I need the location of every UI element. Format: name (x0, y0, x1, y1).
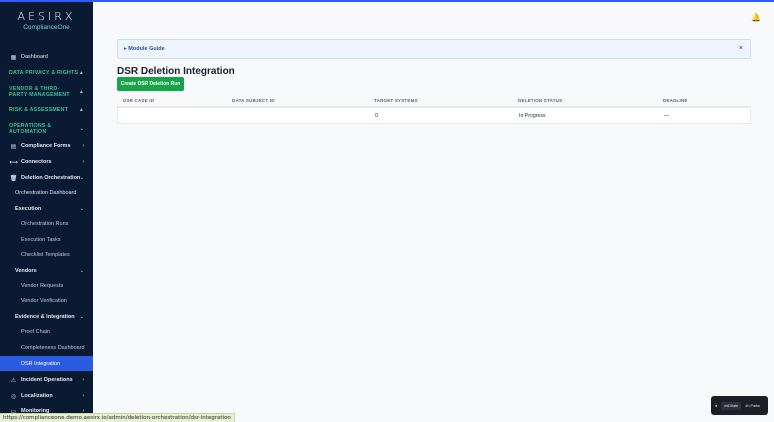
chevron-up-icon: ▲ (78, 88, 84, 95)
link-icon: ⟷ (9, 159, 18, 166)
table-row[interactable]: 0 In Progress — (117, 107, 751, 124)
sidebar-item-compliance-forms[interactable]: ▤ Compliance Forms › (0, 142, 93, 150)
chevron-right-icon: › (82, 377, 84, 383)
brand-name: AESIRX (17, 10, 76, 23)
chevron-down-icon: ⌄ (79, 268, 84, 274)
column-header-case-id[interactable]: DSR CASE ID (123, 98, 154, 103)
sidebar-item-completeness-dashboard[interactable]: Completeness Dashboard (0, 344, 93, 352)
grid-icon: ▦ (10, 54, 17, 61)
page-title: DSR Deletion Integration (117, 66, 235, 77)
widget-label-2[interactable]: 4h Padw (745, 404, 760, 408)
sidebar: AESIRX ComplianceOne ▦ Dashboard DATA PR… (0, 0, 93, 422)
sidebar-item-connectors[interactable]: ⟷ Connectors › (0, 158, 93, 166)
globe-icon: ◎ (10, 393, 17, 400)
sidebar-item-deletion-orchestration[interactable]: 🗑 Deletion Orchestration ⌄ (0, 174, 93, 182)
dsr-table: DSR CASE ID DATA SUBJECT ID TARGET SYSTE… (117, 94, 751, 124)
sidebar-item-proof-chain[interactable]: Proof Chain (0, 328, 93, 336)
chevron-up-icon: ▲ (78, 107, 84, 113)
cell-target-systems: 0 (375, 113, 378, 119)
chevron-right-icon: › (82, 143, 84, 149)
sidebar-section-risk[interactable]: RISK & ASSESSMENT ▲ (0, 106, 93, 114)
trash-icon: 🗑 (9, 175, 18, 182)
table-header: DSR CASE ID DATA SUBJECT ID TARGET SYSTE… (117, 94, 751, 107)
clipboard-icon: ▤ (10, 143, 17, 150)
chevron-down-icon: ⌄ (79, 314, 84, 320)
chevron-right-icon: › (82, 159, 84, 165)
module-guide-label: Module Guide (128, 46, 165, 52)
link-status-bar: https://complianceone.demo.aesirx.io/adm… (0, 413, 235, 422)
sidebar-item-dsr-integration[interactable]: DSR Integration (0, 356, 93, 371)
sidebar-item-dashboard[interactable]: ▦ Dashboard (0, 53, 93, 61)
top-accent-bar (0, 0, 774, 2)
sidebar-item-vendor-requests[interactable]: Vendor Requests (0, 282, 93, 290)
sidebar-item-localization[interactable]: ◎ Localization › (0, 392, 93, 400)
widget-dot-icon: ● (715, 403, 718, 408)
sidebar-item-incident-operations[interactable]: ⚠ Incident Operations › (0, 376, 93, 384)
sidebar-section-vendor[interactable]: VENDOR & THIRD-PARTY MANAGEMENT ▲ (0, 85, 93, 98)
module-guide-toggle[interactable]: ▸ Module Guide (124, 46, 165, 52)
chevron-down-icon: ⌄ (79, 125, 84, 132)
close-icon[interactable]: × (739, 45, 743, 52)
floating-widget[interactable]: ● esDitate 4h Padw (711, 396, 768, 415)
column-header-target-systems[interactable]: TARGET SYSTEMS (374, 98, 418, 103)
product-name: ComplianceOne (23, 24, 70, 31)
sidebar-group-vendors[interactable]: Vendors ⌄ (0, 267, 93, 275)
cell-deletion-status: In Progress (519, 113, 546, 119)
chevron-right-icon: › (82, 393, 84, 399)
chevron-down-icon: ⌄ (79, 206, 84, 212)
create-dsr-deletion-run-button[interactable]: Create DSR Deletion Run (117, 77, 184, 91)
chevron-up-icon: ▲ (78, 70, 84, 76)
chevron-down-icon: ⌄ (79, 175, 84, 181)
sidebar-group-execution[interactable]: Execution ⌄ (0, 205, 93, 213)
sidebar-group-evidence-integration[interactable]: Evidence & Integration ⌄ (0, 313, 93, 321)
column-header-deadline[interactable]: DEADLINE (663, 98, 688, 103)
column-header-subject-id[interactable]: DATA SUBJECT ID (232, 98, 275, 103)
logo[interactable]: AESIRX ComplianceOne (0, 10, 93, 31)
warning-icon: ⚠ (10, 377, 17, 384)
cell-deadline: — (664, 113, 670, 119)
sidebar-section-privacy[interactable]: DATA PRIVACY & RIGHTS ▲ (0, 69, 93, 77)
sidebar-section-ops[interactable]: OPERATIONS & AUTOMATION ⌄ (0, 122, 93, 135)
column-header-deletion-status[interactable]: DELETION STATUS (518, 98, 562, 103)
bell-icon[interactable]: 🔔 (751, 14, 761, 22)
module-guide-banner: ▸ Module Guide × (117, 39, 751, 59)
widget-label-1[interactable]: esDitate (721, 401, 742, 410)
sidebar-item-execution-tasks[interactable]: Execution Tasks (0, 236, 93, 244)
sidebar-item-vendor-verification[interactable]: Vendor Verification (0, 297, 93, 305)
sidebar-item-orchestration-dashboard[interactable]: Orchestration Dashboard (0, 189, 93, 197)
sidebar-item-orchestration-runs[interactable]: Orchestration Runs (0, 220, 93, 228)
sidebar-item-checklist-templates[interactable]: Checklist Templates (0, 251, 93, 259)
